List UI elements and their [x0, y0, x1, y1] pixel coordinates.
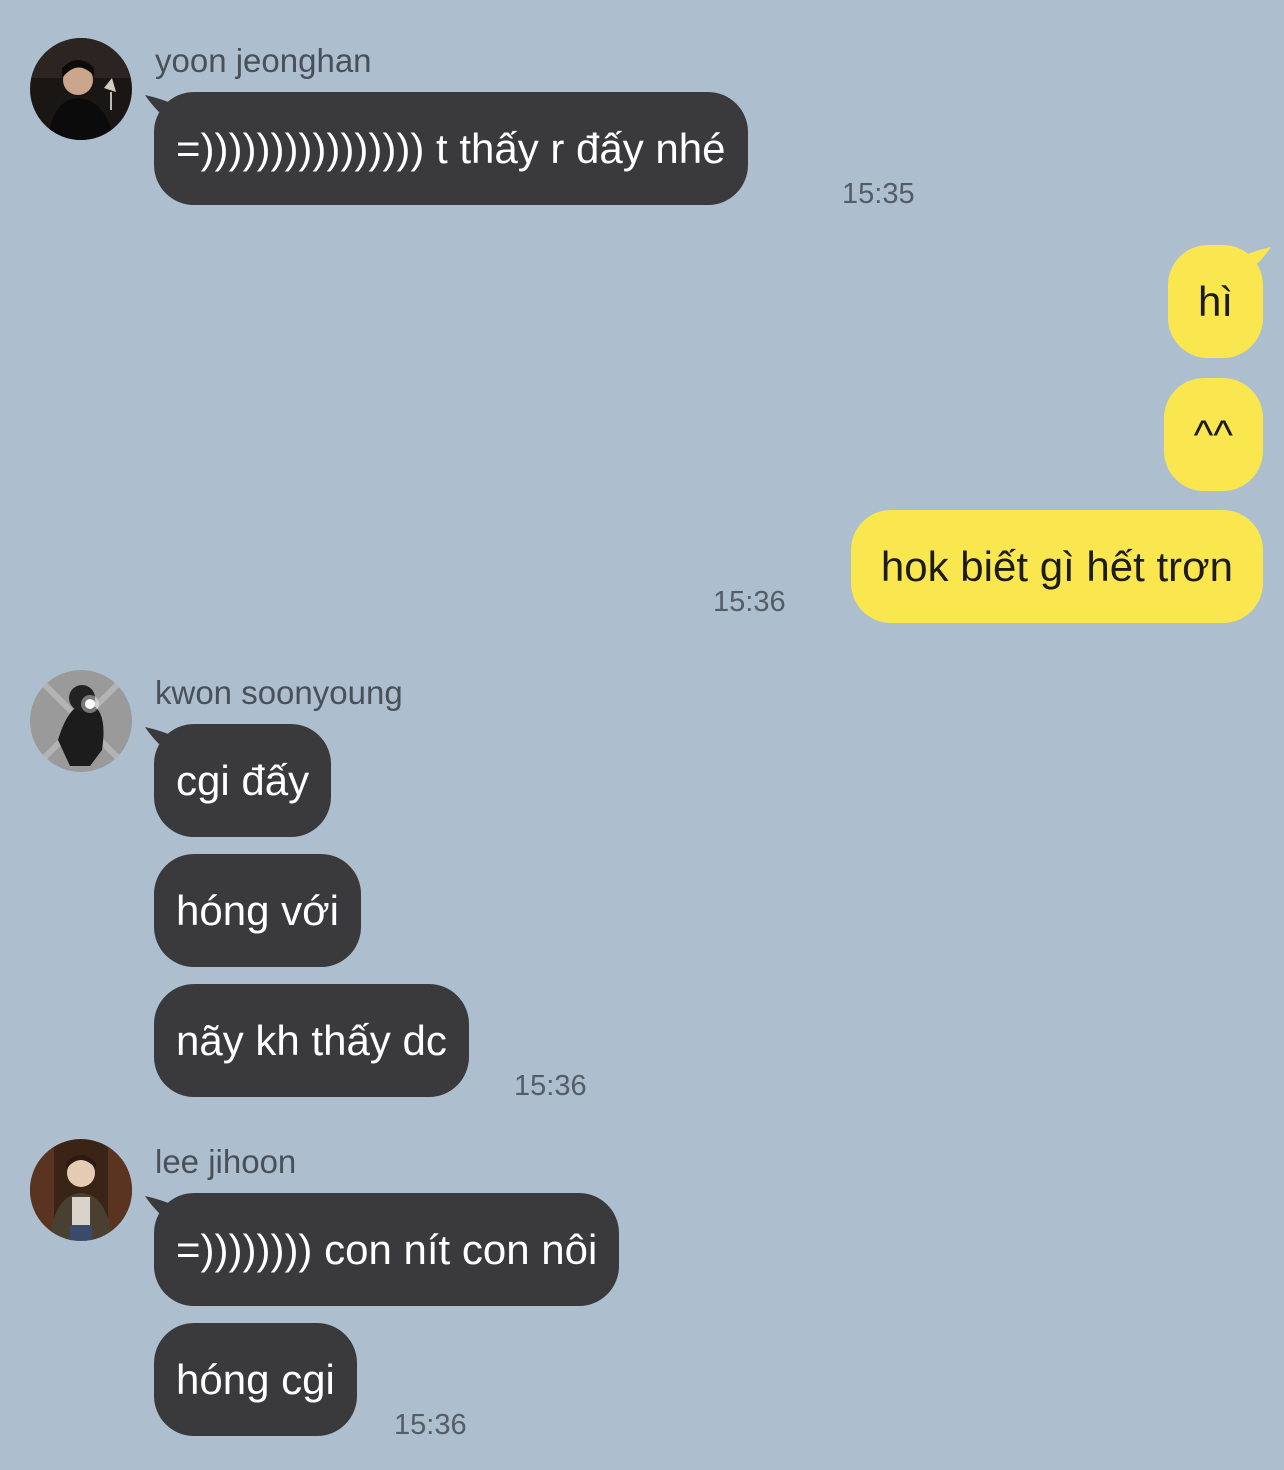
profile-photo-icon	[30, 1139, 132, 1241]
message-time: 15:36	[514, 1070, 587, 1102]
message-time: 15:35	[842, 178, 915, 210]
message-bubble[interactable]: hì	[1167, 245, 1263, 358]
message-bubble[interactable]: ^^	[1163, 378, 1263, 491]
message-bubble[interactable]: =)))))))))))))))) t thấy r đấy nhé	[154, 92, 748, 205]
sender-name: yoon jeonghan	[155, 42, 372, 79]
message-bubble[interactable]: cgi đấy	[154, 724, 332, 837]
message-time: 15:36	[394, 1409, 467, 1441]
sender-name: kwon soonyoung	[155, 674, 403, 711]
message-bubble[interactable]: hóng cgi	[154, 1323, 357, 1436]
profile-photo-icon	[30, 38, 132, 140]
message-time: 15:36	[713, 586, 786, 618]
profile-photo-icon	[30, 670, 132, 772]
avatar-yoon-jeonghan[interactable]	[30, 38, 132, 140]
message-bubble[interactable]: hóng với	[154, 854, 361, 967]
avatar-kwon-soonyoung[interactable]	[30, 670, 132, 772]
message-bubble[interactable]: =)))))))) con nít con nôi	[154, 1193, 620, 1306]
message-bubble[interactable]: nãy kh thấy dc	[154, 984, 469, 1097]
sender-name: lee jihoon	[155, 1143, 297, 1180]
message-bubble[interactable]: hok biết gì hết trơn	[850, 510, 1263, 623]
avatar-lee-jihoon[interactable]	[30, 1139, 132, 1241]
